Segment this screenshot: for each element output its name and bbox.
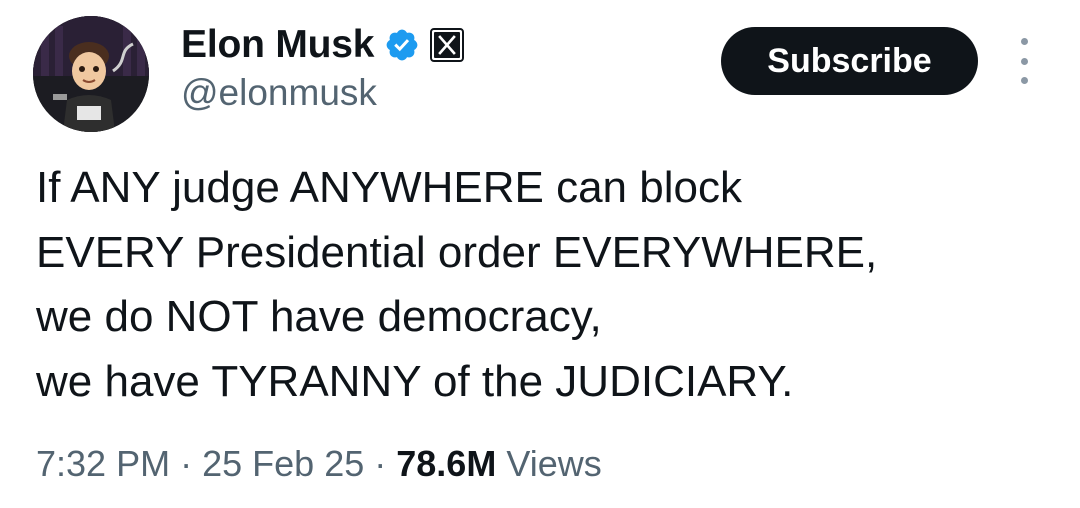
- tweet-time[interactable]: 7:32 PM: [36, 443, 170, 484]
- views-count[interactable]: 78.6M: [396, 443, 496, 484]
- author-name-row: Elon Musk: [181, 20, 465, 70]
- tweet-line: we do NOT have democracy,: [36, 292, 602, 341]
- dot: [1020, 57, 1028, 65]
- author-display-name[interactable]: Elon Musk: [181, 23, 374, 67]
- tweet-text: If ANY judge ANYWHERE can block EVERY Pr…: [36, 156, 1056, 414]
- dot: [1020, 38, 1028, 45]
- avatar[interactable]: [33, 16, 149, 132]
- meta-separator: ·: [374, 443, 387, 484]
- x-affiliation-icon[interactable]: [430, 28, 465, 62]
- meta-separator: ·: [180, 443, 193, 484]
- tweet-line: EVERY Presidential order EVERYWHERE,: [36, 227, 878, 277]
- views-label: Views: [506, 443, 602, 484]
- tweet-line: we have TYRANNY of the JUDICIARY.: [36, 356, 794, 406]
- tweet-date[interactable]: 25 Feb 25: [202, 443, 364, 484]
- more-vertical-icon[interactable]: [1008, 38, 1040, 84]
- verified-badge-icon[interactable]: [384, 27, 420, 63]
- tweet-meta: 7:32 PM · 25 Feb 25 · 78.6M Views: [36, 443, 602, 485]
- dot: [1020, 77, 1028, 84]
- avatar-image: [33, 16, 149, 132]
- author-handle[interactable]: @elonmusk: [181, 72, 377, 114]
- subscribe-button[interactable]: Subscribe: [721, 27, 978, 95]
- tweet-line: If ANY judge ANYWHERE can block: [36, 163, 742, 212]
